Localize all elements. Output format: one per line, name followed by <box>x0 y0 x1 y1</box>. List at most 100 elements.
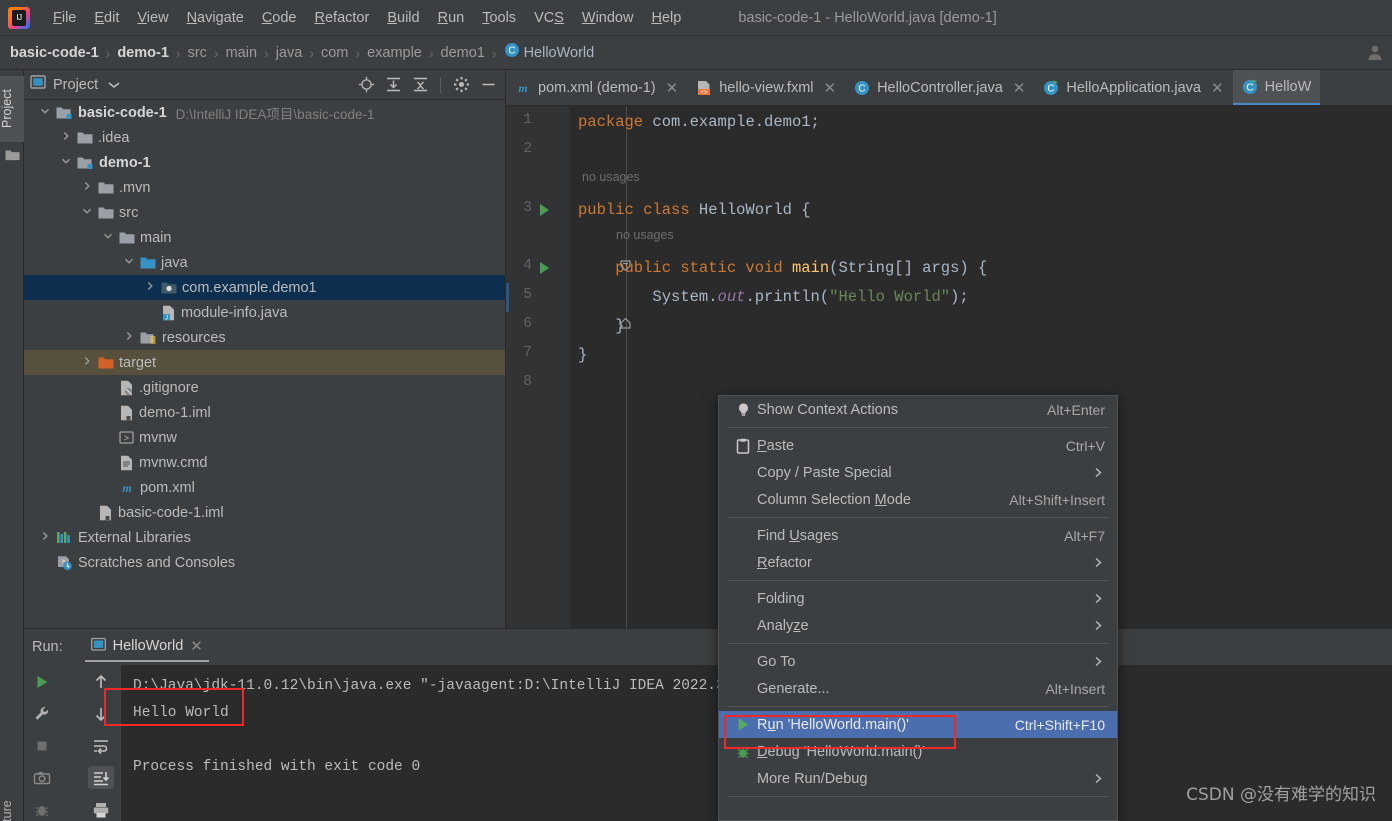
expand-all-icon[interactable] <box>384 76 402 94</box>
code-line-3[interactable]: public class HelloWorld { <box>578 196 811 225</box>
code-line-6[interactable]: } <box>578 312 624 341</box>
editor-tab-hellocontroller-java[interactable]: C HelloController.java ✕ <box>845 70 1034 105</box>
close-icon[interactable]: ✕ <box>824 79 837 97</box>
tool-tab-project[interactable]: Project <box>0 76 24 142</box>
chevron-right-icon[interactable] <box>80 181 94 194</box>
tree-node-main[interactable]: main <box>24 225 505 250</box>
tree-node--gitignore[interactable]: .gitignore <box>24 375 505 400</box>
chevron-down-icon[interactable] <box>38 106 52 119</box>
editor-tab-strip[interactable]: m pom.xml (demo-1) ✕ <> hello-view.fxml ✕ C Hel… <box>506 70 1392 106</box>
editor-tab-hello-view-fxml[interactable]: <> hello-view.fxml ✕ <box>687 70 845 105</box>
editor-tab-pom-xml-demo-1-[interactable]: m pom.xml (demo-1) ✕ <box>506 70 687 105</box>
code-line-4[interactable]: public static void main(String[] args) { <box>578 254 987 283</box>
close-icon[interactable]: ✕ <box>1211 79 1224 97</box>
collapse-all-icon[interactable] <box>411 76 429 94</box>
menu-tools[interactable]: Tools <box>473 7 525 29</box>
context-menu-item-find-usages[interactable]: Find Usages Alt+F7 <box>719 522 1117 549</box>
chevron-down-icon[interactable] <box>101 231 115 244</box>
breadcrumb-item-src[interactable]: src <box>188 45 207 61</box>
context-menu-item-go-to[interactable]: Go To <box>719 648 1117 675</box>
context-menu-item-analyze[interactable]: Analyze <box>719 612 1117 639</box>
tree-node--mvn[interactable]: .mvn <box>24 175 505 200</box>
context-menu-item-paste[interactable]: Paste Ctrl+V <box>719 432 1117 459</box>
close-icon[interactable]: ✕ <box>190 637 203 655</box>
menu-help[interactable]: Help <box>642 7 690 29</box>
gutter-run-icon[interactable] <box>538 261 551 280</box>
chevron-right-icon[interactable] <box>143 281 157 294</box>
context-menu-item-column-selection-mode[interactable]: Column Selection Mode Alt+Shift+Insert <box>719 486 1117 513</box>
menu-refactor[interactable]: Refactor <box>306 7 379 29</box>
code-line-1[interactable]: package com.example.demo1; <box>578 108 820 137</box>
breadcrumb-item-helloworld[interactable]: C HelloWorld <box>504 42 594 63</box>
stop-icon[interactable] <box>29 735 55 758</box>
editor-gutter[interactable]: 1 2 3 4 5 6 7 8 <box>506 106 570 628</box>
gutter-line-6[interactable]: 6 <box>506 312 570 341</box>
menu-build[interactable]: Build <box>378 7 428 29</box>
tree-node-com-example-demo1[interactable]: com.example.demo1 <box>24 275 505 300</box>
tree-node-target[interactable]: target <box>24 350 505 375</box>
soft-wrap-icon[interactable] <box>88 735 114 758</box>
chevron-down-icon[interactable] <box>80 206 94 219</box>
scroll-to-end-icon[interactable] <box>88 766 114 790</box>
tree-node-demo-1-iml[interactable]: demo-1.iml <box>24 400 505 425</box>
locate-target-icon[interactable] <box>357 76 375 94</box>
fold-toggle-icon[interactable] <box>620 317 631 333</box>
tree-node-scratches-and-consoles[interactable]: >_ Scratches and Consoles <box>24 550 505 575</box>
menu-edit[interactable]: Edit <box>85 7 128 29</box>
tree-node-demo-1[interactable]: demo-1 <box>24 150 505 175</box>
breadcrumb-item-demo1[interactable]: demo1 <box>441 45 485 61</box>
tree-node-src[interactable]: src <box>24 200 505 225</box>
gear-icon[interactable] <box>452 76 470 94</box>
editor-context-menu[interactable]: Show Context Actions Alt+Enter Paste Ctrl+V… <box>718 395 1118 821</box>
context-menu-item-refactor[interactable]: Refactor <box>719 549 1117 576</box>
account-icon[interactable] <box>1366 43 1384 66</box>
gutter-line-5[interactable]: 5 <box>506 283 570 312</box>
context-menu-item-show-context-actions[interactable]: Show Context Actions Alt+Enter <box>719 396 1117 423</box>
minimize-icon[interactable] <box>479 76 497 94</box>
tree-node-basic-code-1[interactable]: basic-code-1 D:\IntelliJ IDEA项目\basic-cod… <box>24 100 505 125</box>
menu-view[interactable]: View <box>128 7 177 29</box>
rerun-icon[interactable] <box>29 671 55 694</box>
gutter-line-2[interactable]: 2 <box>506 137 570 166</box>
editor-tab-helloapplication-java[interactable]: C HelloApplication.java ✕ <box>1034 70 1232 105</box>
breadcrumb-item-java[interactable]: java <box>276 45 303 61</box>
tree-node-pom-xml[interactable]: m pom.xml <box>24 475 505 500</box>
tree-node-module-info-java[interactable]: Jmodule-info.java <box>24 300 505 325</box>
tree-node-resources[interactable]: resources <box>24 325 505 350</box>
run-config-tab[interactable]: HelloWorld ✕ <box>84 633 209 662</box>
chevron-down-icon[interactable] <box>122 256 136 269</box>
tree-node-mvnw[interactable]: > mvnw <box>24 425 505 450</box>
breadcrumb-item-example[interactable]: example <box>367 45 422 61</box>
chevron-right-icon[interactable] <box>122 331 136 344</box>
breadcrumb-item-main[interactable]: main <box>226 45 257 61</box>
close-icon[interactable]: ✕ <box>666 79 679 97</box>
fold-toggle-icon[interactable] <box>620 260 631 275</box>
menu-file[interactable]: File <box>44 7 85 29</box>
menu-navigate[interactable]: Navigate <box>178 7 253 29</box>
gutter-run-icon[interactable] <box>538 203 551 222</box>
gutter-line-3[interactable]: 3 <box>506 196 570 225</box>
menu-run[interactable]: Run <box>429 7 474 29</box>
gutter-line-4[interactable]: 4 <box>506 254 570 283</box>
camera-icon[interactable] <box>29 766 55 789</box>
breadcrumb-item-com[interactable]: com <box>321 45 348 61</box>
bug-icon[interactable] <box>29 798 55 821</box>
menu-window[interactable]: Window <box>573 7 643 29</box>
print-icon[interactable] <box>88 798 114 821</box>
close-icon[interactable]: ✕ <box>1013 79 1026 97</box>
gutter-line-1[interactable]: 1 <box>506 108 570 137</box>
context-menu-item-copy-paste-special[interactable]: Copy / Paste Special <box>719 459 1117 486</box>
menu-code[interactable]: Code <box>253 7 306 29</box>
gutter-line-7[interactable]: 7 <box>506 341 570 370</box>
context-menu-item-more-run-debug[interactable]: More Run/Debug <box>719 765 1117 792</box>
tree-node-java[interactable]: java <box>24 250 505 275</box>
chevron-down-icon[interactable] <box>108 76 120 94</box>
gutter-line-8[interactable]: 8 <box>506 370 570 399</box>
chevron-down-icon[interactable] <box>59 156 73 169</box>
tree-node-external-libraries[interactable]: External Libraries <box>24 525 505 550</box>
chevron-right-icon[interactable] <box>59 131 73 144</box>
editor-tab-hellow[interactable]: C HelloW <box>1232 70 1321 105</box>
context-menu-item-folding[interactable]: Folding <box>719 585 1117 612</box>
menu-vcs[interactable]: VCS <box>525 7 573 29</box>
code-line-5[interactable]: System.out.println("Hello World"); <box>578 283 968 312</box>
